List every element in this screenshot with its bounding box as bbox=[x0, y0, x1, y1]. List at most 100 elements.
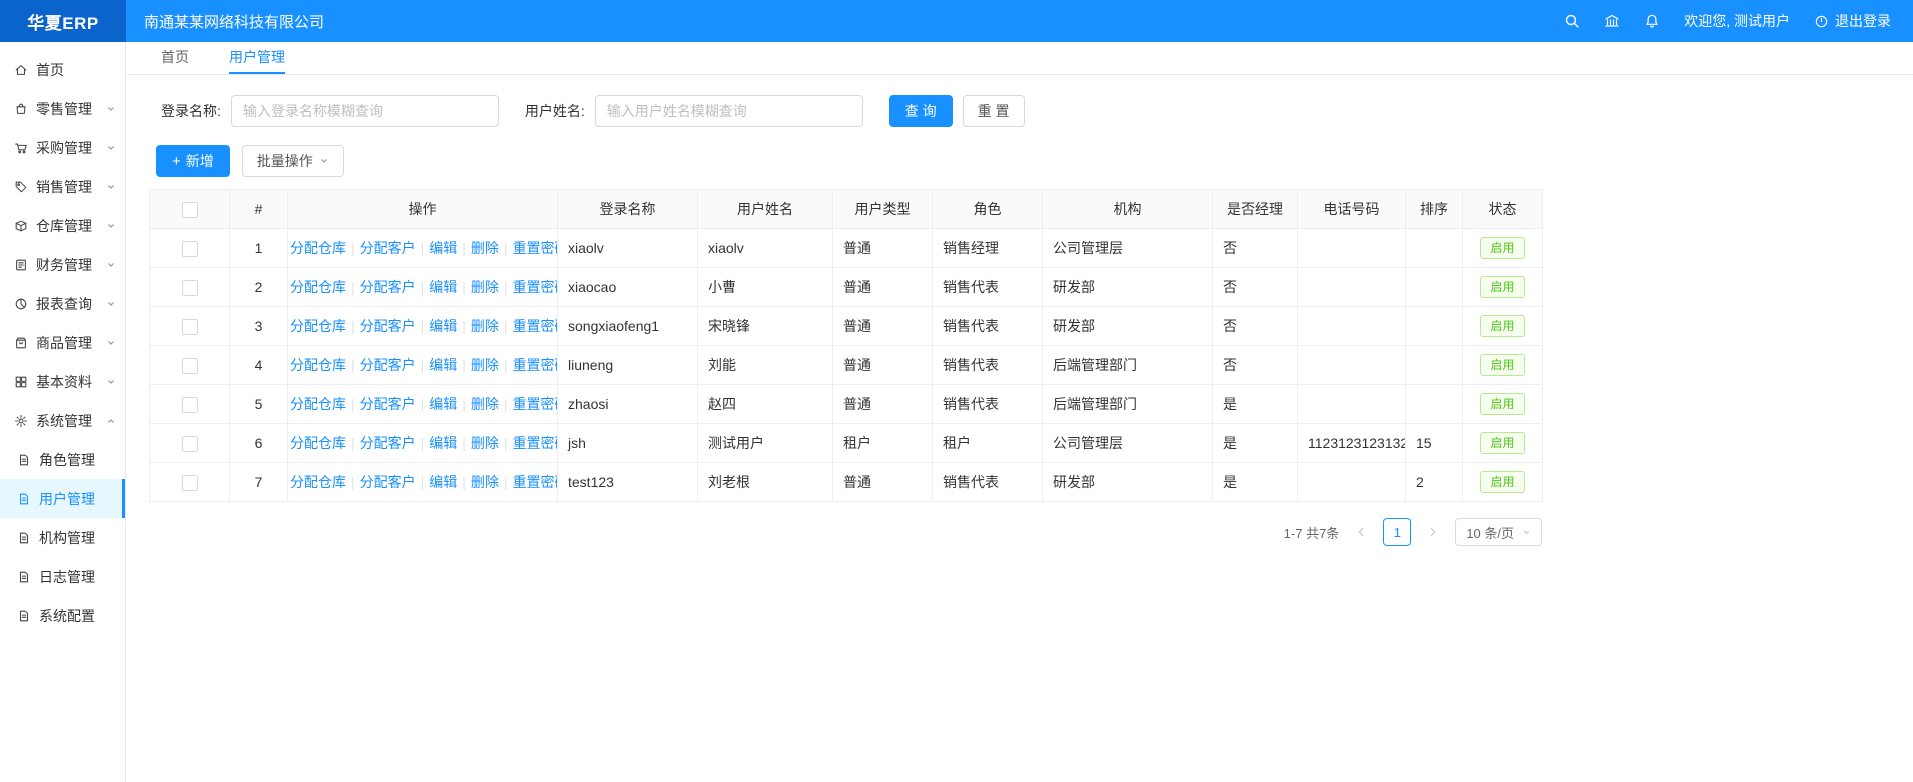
row-action-link[interactable]: 重置密码 bbox=[513, 318, 558, 334]
row-action-link[interactable]: 分配仓库 bbox=[290, 474, 346, 490]
add-button[interactable]: + 新增 bbox=[156, 145, 230, 177]
next-page-button[interactable] bbox=[1421, 519, 1445, 545]
sidebar-subitem-5[interactable]: 系统配置 bbox=[0, 596, 125, 635]
sidebar-subitem-3[interactable]: 机构管理 bbox=[0, 518, 125, 557]
sidebar-item-5[interactable]: 仓库管理 bbox=[0, 206, 125, 245]
row-action-link[interactable]: 删除 bbox=[471, 435, 499, 451]
row-checkbox[interactable] bbox=[182, 475, 198, 491]
topbar-right: 欢迎您, 测试用户 退出登录 bbox=[1564, 11, 1913, 31]
page-size-select[interactable]: 10 条/页 bbox=[1455, 518, 1542, 546]
cell-phone bbox=[1298, 268, 1406, 307]
row-action-link[interactable]: 分配仓库 bbox=[290, 318, 346, 334]
login-name-label: 登录名称: bbox=[161, 101, 221, 121]
row-action-link[interactable]: 分配客户 bbox=[360, 279, 416, 295]
row-action-link[interactable]: 分配仓库 bbox=[290, 279, 346, 295]
sidebar-subitem-2[interactable]: 用户管理 bbox=[0, 479, 125, 518]
row-action-link[interactable]: 分配客户 bbox=[360, 357, 416, 373]
row-action-link[interactable]: 删除 bbox=[471, 357, 499, 373]
cell-user-name: xiaolv bbox=[698, 229, 833, 268]
cell-actions: 分配仓库|分配客户|编辑|删除|重置密码 bbox=[288, 268, 558, 307]
row-action-link[interactable]: 编辑 bbox=[429, 279, 457, 295]
batch-operations-button[interactable]: 批量操作 bbox=[242, 145, 344, 177]
row-action-link[interactable]: 编辑 bbox=[429, 318, 457, 334]
column-header: 操作 bbox=[288, 190, 558, 229]
bell-icon[interactable] bbox=[1644, 13, 1660, 29]
sidebar-item-10[interactable]: 系统管理 bbox=[0, 401, 125, 440]
row-checkbox[interactable] bbox=[182, 397, 198, 413]
page-size-value: 10 条/页 bbox=[1466, 523, 1514, 542]
add-button-label: 新增 bbox=[186, 151, 214, 171]
row-action-link[interactable]: 重置密码 bbox=[513, 474, 558, 490]
sidebar-item-8[interactable]: 商品管理 bbox=[0, 323, 125, 362]
select-all-checkbox[interactable] bbox=[182, 202, 198, 218]
login-name-input[interactable] bbox=[231, 95, 499, 127]
prev-page-button[interactable] bbox=[1349, 519, 1373, 545]
row-action-link[interactable]: 删除 bbox=[471, 474, 499, 490]
row-action-link[interactable]: 删除 bbox=[471, 318, 499, 334]
cell-index: 2 bbox=[230, 268, 288, 307]
toolbar: + 新增 批量操作 bbox=[156, 145, 1913, 177]
search-icon[interactable] bbox=[1564, 13, 1580, 29]
row-checkbox[interactable] bbox=[182, 436, 198, 452]
row-action-link[interactable]: 分配客户 bbox=[360, 435, 416, 451]
user-name-input[interactable] bbox=[595, 95, 863, 127]
welcome-text[interactable]: 欢迎您, 测试用户 bbox=[1684, 11, 1790, 31]
row-action-link[interactable]: 删除 bbox=[471, 240, 499, 256]
sidebar-item-1[interactable]: 首页 bbox=[0, 50, 125, 89]
logout-button[interactable]: 退出登录 bbox=[1814, 11, 1891, 31]
reset-button[interactable]: 重 置 bbox=[963, 95, 1025, 127]
current-page-button[interactable]: 1 bbox=[1383, 518, 1411, 546]
row-action-link[interactable]: 编辑 bbox=[429, 240, 457, 256]
cell-role: 销售经理 bbox=[933, 229, 1043, 268]
cell-organization: 研发部 bbox=[1043, 307, 1213, 346]
row-action-link[interactable]: 重置密码 bbox=[513, 279, 558, 295]
row-action-link[interactable]: 分配客户 bbox=[360, 240, 416, 256]
sidebar-item-9[interactable]: 基本资料 bbox=[0, 362, 125, 401]
row-action-link[interactable]: 编辑 bbox=[429, 396, 457, 412]
row-checkbox[interactable] bbox=[182, 319, 198, 335]
row-action-link[interactable]: 编辑 bbox=[429, 474, 457, 490]
row-action-link[interactable]: 编辑 bbox=[429, 435, 457, 451]
row-action-link[interactable]: 删除 bbox=[471, 279, 499, 295]
row-action-link[interactable]: 删除 bbox=[471, 396, 499, 412]
sidebar-item-label: 零售管理 bbox=[36, 99, 92, 119]
row-action-link[interactable]: 分配仓库 bbox=[290, 357, 346, 373]
sidebar-subitem-4[interactable]: 日志管理 bbox=[0, 557, 125, 596]
sidebar-item-3[interactable]: 采购管理 bbox=[0, 128, 125, 167]
system-icon bbox=[14, 414, 28, 428]
cell-sort bbox=[1406, 307, 1463, 346]
action-separator: | bbox=[462, 396, 466, 412]
row-checkbox[interactable] bbox=[182, 280, 198, 296]
row-action-link[interactable]: 重置密码 bbox=[513, 240, 558, 256]
row-action-link[interactable]: 编辑 bbox=[429, 357, 457, 373]
chevron-down-icon bbox=[106, 377, 116, 387]
row-action-link[interactable]: 重置密码 bbox=[513, 357, 558, 373]
cell-phone bbox=[1298, 385, 1406, 424]
sidebar-item-4[interactable]: 销售管理 bbox=[0, 167, 125, 206]
row-action-link[interactable]: 分配客户 bbox=[360, 396, 416, 412]
tab-user-management[interactable]: 用户管理 bbox=[229, 42, 285, 74]
bank-icon[interactable] bbox=[1604, 13, 1620, 29]
row-action-link[interactable]: 分配客户 bbox=[360, 474, 416, 490]
action-separator: | bbox=[421, 474, 425, 490]
row-action-link[interactable]: 分配仓库 bbox=[290, 396, 346, 412]
row-action-link[interactable]: 分配仓库 bbox=[290, 435, 346, 451]
sidebar-item-2[interactable]: 零售管理 bbox=[0, 89, 125, 128]
row-checkbox[interactable] bbox=[182, 358, 198, 374]
sidebar-item-7[interactable]: 报表查询 bbox=[0, 284, 125, 323]
tab-home[interactable]: 首页 bbox=[161, 42, 189, 74]
search-button[interactable]: 查 询 bbox=[889, 95, 953, 127]
row-action-link[interactable]: 分配客户 bbox=[360, 318, 416, 334]
sidebar-item-label: 报表查询 bbox=[36, 294, 92, 314]
status-badge: 启用 bbox=[1480, 315, 1524, 337]
sidebar-item-6[interactable]: 财务管理 bbox=[0, 245, 125, 284]
row-action-link[interactable]: 重置密码 bbox=[513, 435, 558, 451]
row-action-link[interactable]: 重置密码 bbox=[513, 396, 558, 412]
row-action-link[interactable]: 分配仓库 bbox=[290, 240, 346, 256]
column-header: 用户类型 bbox=[833, 190, 933, 229]
app-logo[interactable]: 华夏ERP bbox=[0, 0, 126, 42]
sidebar-subitem-1[interactable]: 角色管理 bbox=[0, 440, 125, 479]
goods-icon bbox=[14, 336, 28, 350]
action-separator: | bbox=[421, 318, 425, 334]
row-checkbox[interactable] bbox=[182, 241, 198, 257]
